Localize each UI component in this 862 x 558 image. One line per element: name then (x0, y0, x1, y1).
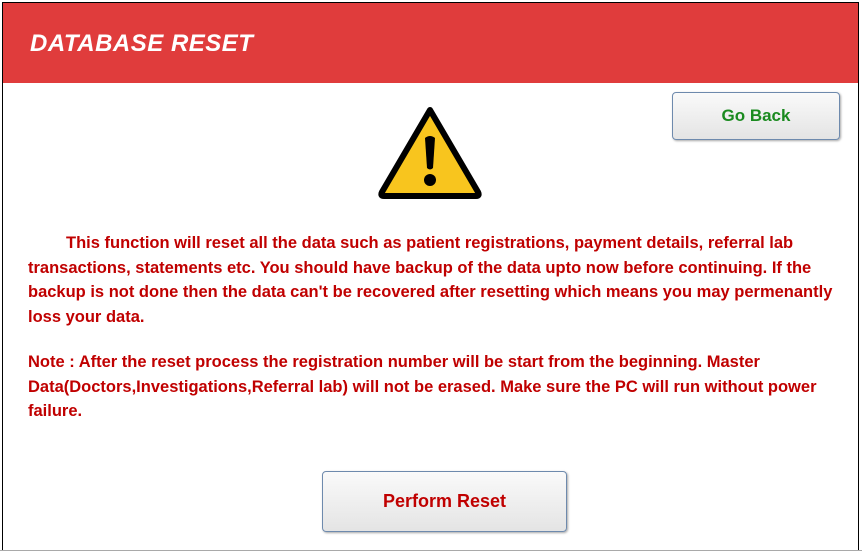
note-paragraph: Note : After the reset process the regis… (28, 353, 817, 420)
warning-message: This function will reset all the data su… (28, 231, 848, 424)
bottom-divider (0, 550, 862, 551)
warning-paragraph: This function will reset all the data su… (28, 234, 833, 326)
database-reset-window: DATABASE RESET Go Back This function wil… (2, 2, 859, 551)
perform-reset-button[interactable]: Perform Reset (322, 471, 567, 532)
page-title: DATABASE RESET (30, 30, 254, 57)
go-back-button[interactable]: Go Back (672, 92, 840, 140)
warning-icon (378, 107, 482, 199)
header-bar: DATABASE RESET (3, 3, 858, 83)
